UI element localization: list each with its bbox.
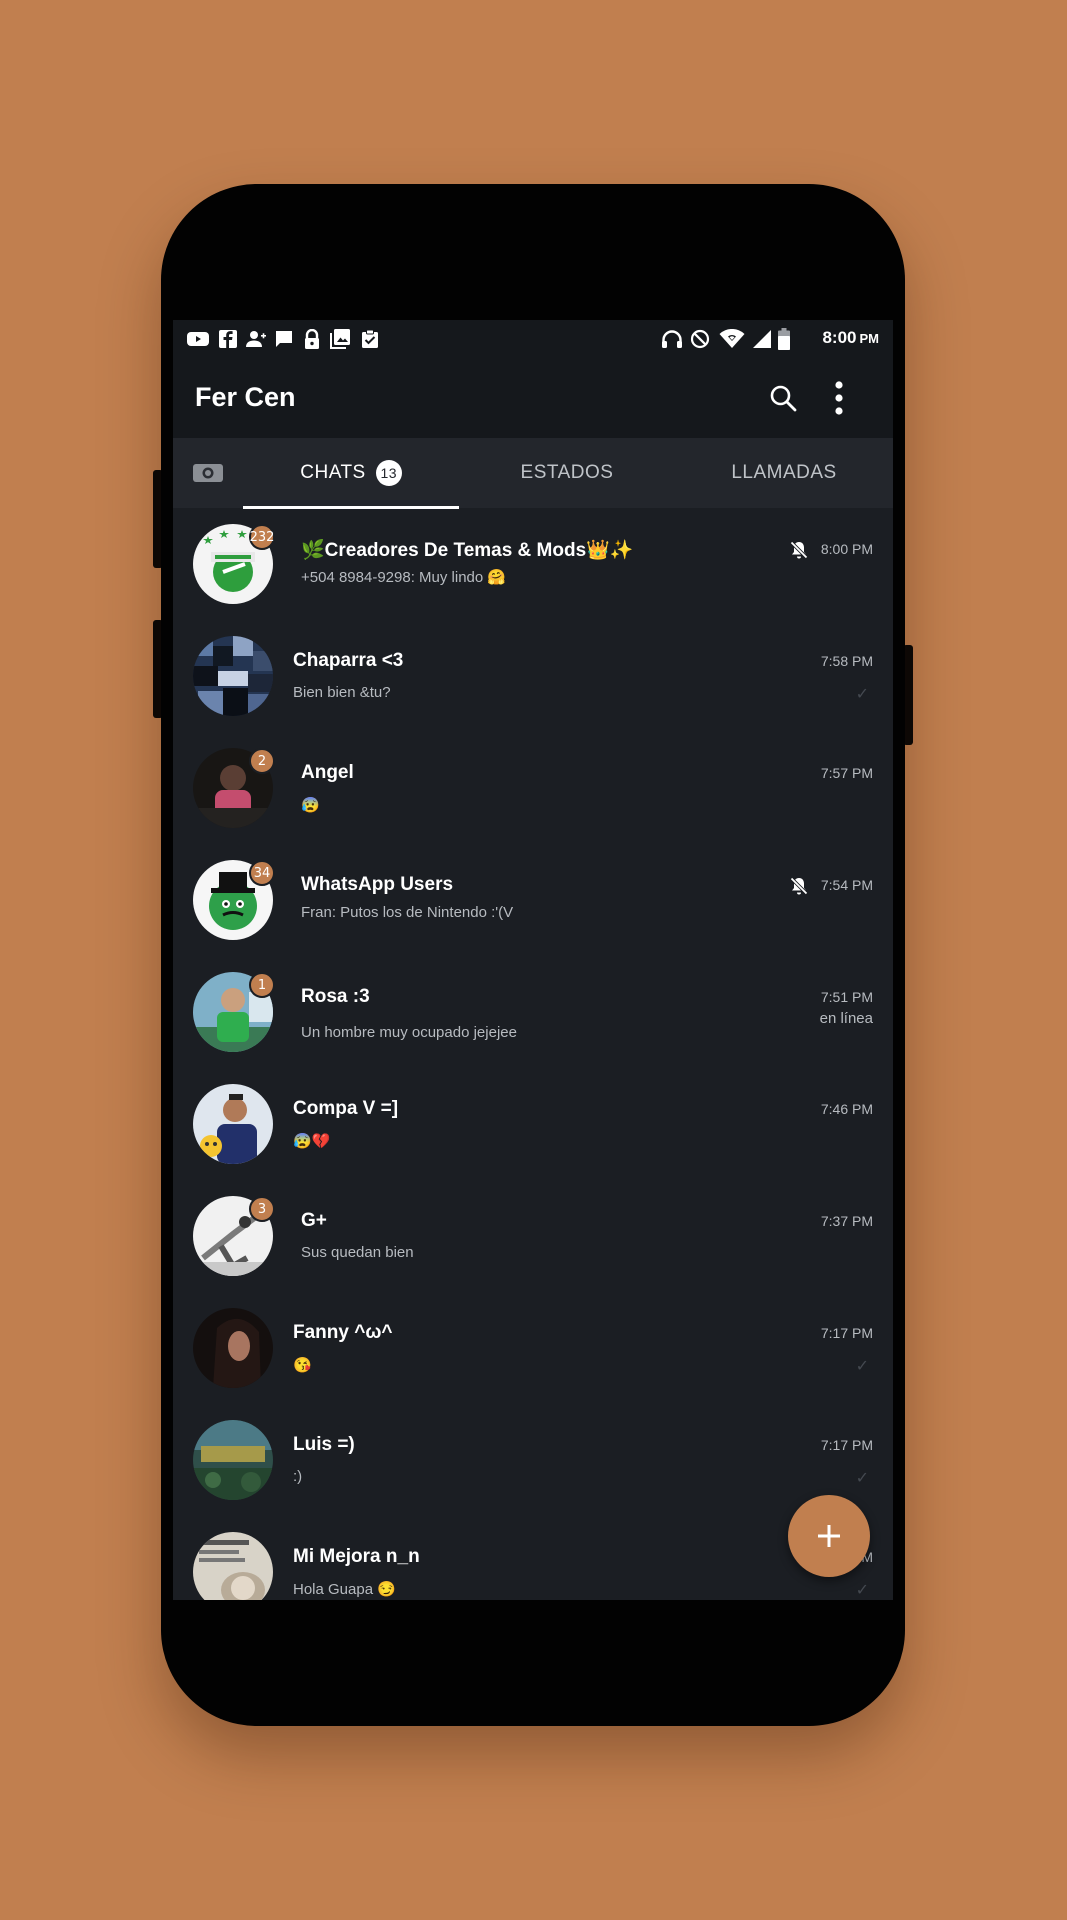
chat-time: 8:00 PM <box>820 541 873 557</box>
chat-last-message: Hola Guapa 😏 <box>293 1581 396 1598</box>
online-status: en línea <box>819 1010 873 1027</box>
facebook-icon <box>217 329 239 349</box>
chat-name: Chaparra <3 <box>293 650 404 671</box>
app-toolbar: Fer Cen <box>173 358 893 438</box>
clipboard-check-icon <box>359 329 381 349</box>
lock-icon <box>301 329 323 349</box>
chat-last-message: 😰 <box>301 797 320 814</box>
chat-row[interactable]: Fanny ^ω^ 😘 7:17 PM ✓ <box>173 1294 893 1406</box>
mute-icon <box>789 540 809 560</box>
avatar <box>193 636 273 716</box>
do-not-disturb-icon <box>689 329 711 349</box>
more-vert-icon[interactable] <box>821 380 857 416</box>
chat-last-message: Un hombre muy ocupado jejejee <box>301 1024 517 1041</box>
chat-last-message: 😰💔 <box>293 1133 331 1150</box>
avatar <box>193 1420 273 1500</box>
chat-name: Rosa :3 <box>301 986 370 1007</box>
chat-time: 7:57 PM <box>820 765 873 781</box>
person-add-icon <box>245 329 267 349</box>
read-check-icon: ✓ <box>855 1580 869 1599</box>
tab-bar: CHATS 13 ESTADOS LLAMADAS <box>173 438 893 508</box>
unread-badge: 1 <box>249 972 275 998</box>
page-title: Fer Cen <box>195 382 296 412</box>
tab-chats[interactable]: CHATS 13 <box>243 438 459 508</box>
chat-name: Luis =) <box>293 1434 355 1455</box>
chat-name: Compa V =] <box>293 1098 399 1119</box>
chat-row[interactable]: 3 G+ Sus quedan bien 7:37 PM <box>173 1182 893 1294</box>
chat-row[interactable]: Compa V =] 😰💔 7:46 PM <box>173 1070 893 1182</box>
status-bar: 8:00 PM <box>173 320 893 358</box>
chat-name: WhatsApp Users <box>301 874 454 895</box>
read-check-icon: ✓ <box>855 1356 869 1375</box>
chat-last-message: Fran: Putos los de Nintendo :'(V <box>301 904 514 921</box>
read-check-icon: ✓ <box>855 684 869 703</box>
chat-row[interactable]: Luis =) :) 7:17 PM ✓ <box>173 1406 893 1518</box>
status-time: 8:00 PM <box>822 328 879 347</box>
tab-llamadas[interactable]: LLAMADAS <box>675 438 893 508</box>
unread-badge: 34 <box>249 860 275 886</box>
youtube-icon <box>187 329 209 349</box>
chat-time: 7:17 PM <box>820 1437 873 1453</box>
plus-icon <box>818 1525 840 1547</box>
chat-row[interactable]: Mi Mejora n_n Hola Guapa 😏 7:16 PM ✓ <box>173 1518 893 1600</box>
chat-last-message: +504 8984-9298: Muy lindo 🤗 <box>301 569 507 586</box>
chat-time: 7:46 PM <box>820 1101 873 1117</box>
battery-icon <box>777 328 791 350</box>
tab-indicator <box>243 506 459 509</box>
chat-name: 🌿Creadores De Temas & Mods👑✨ <box>301 540 634 561</box>
avatar <box>193 1308 273 1388</box>
chat-name: Angel <box>301 762 354 783</box>
wifi-icon <box>719 329 745 349</box>
chat-bubble-icon <box>273 329 295 349</box>
read-check-icon: ✓ <box>855 1468 869 1487</box>
chat-time: 7:51 PM <box>820 989 873 1005</box>
chat-time: 7:58 PM <box>820 653 873 669</box>
new-chat-button[interactable] <box>788 1495 870 1577</box>
tab-estados[interactable]: ESTADOS <box>459 438 675 508</box>
search-icon[interactable] <box>765 380 801 416</box>
signal-icon <box>751 329 773 349</box>
chat-time: 7:54 PM <box>820 877 873 893</box>
unread-badge: 232 <box>249 524 275 550</box>
avatar <box>193 1084 273 1164</box>
chat-time: 7:37 PM <box>820 1213 873 1229</box>
chat-last-message: :) <box>293 1468 303 1485</box>
gallery-icon <box>329 329 351 349</box>
phone-screen: 8:00 PM Fer Cen CHATS 13 ESTADOS LLAMADAS <box>173 320 893 1600</box>
headphones-icon <box>661 329 683 349</box>
mute-icon <box>789 876 809 896</box>
chat-name: Fanny ^ω^ <box>293 1322 393 1343</box>
chat-name: G+ <box>301 1210 327 1231</box>
chat-name: Mi Mejora n_n <box>293 1546 420 1567</box>
unread-badge: 2 <box>249 748 275 774</box>
chat-row[interactable]: 232 🌿Creadores De Temas & Mods👑✨ +504 89… <box>173 510 893 622</box>
unread-count-badge: 13 <box>375 460 402 486</box>
unread-badge: 3 <box>249 1196 275 1222</box>
chat-time: 7:17 PM <box>820 1325 873 1341</box>
chat-last-message: Bien bien &tu? <box>293 684 391 701</box>
avatar <box>193 1532 273 1600</box>
chat-row[interactable]: 2 Angel 😰 7:57 PM <box>173 734 893 846</box>
chat-last-message: Sus quedan bien <box>301 1244 414 1261</box>
chat-row[interactable]: 1 Rosa :3 Un hombre muy ocupado jejejee … <box>173 958 893 1070</box>
chat-row[interactable]: 34 WhatsApp Users Fran: Putos los de Nin… <box>173 846 893 958</box>
chat-row[interactable]: Chaparra <3 Bien bien &tu? 7:58 PM ✓ <box>173 622 893 734</box>
chat-last-message: 😘 <box>293 1357 312 1374</box>
camera-icon[interactable] <box>173 438 243 508</box>
